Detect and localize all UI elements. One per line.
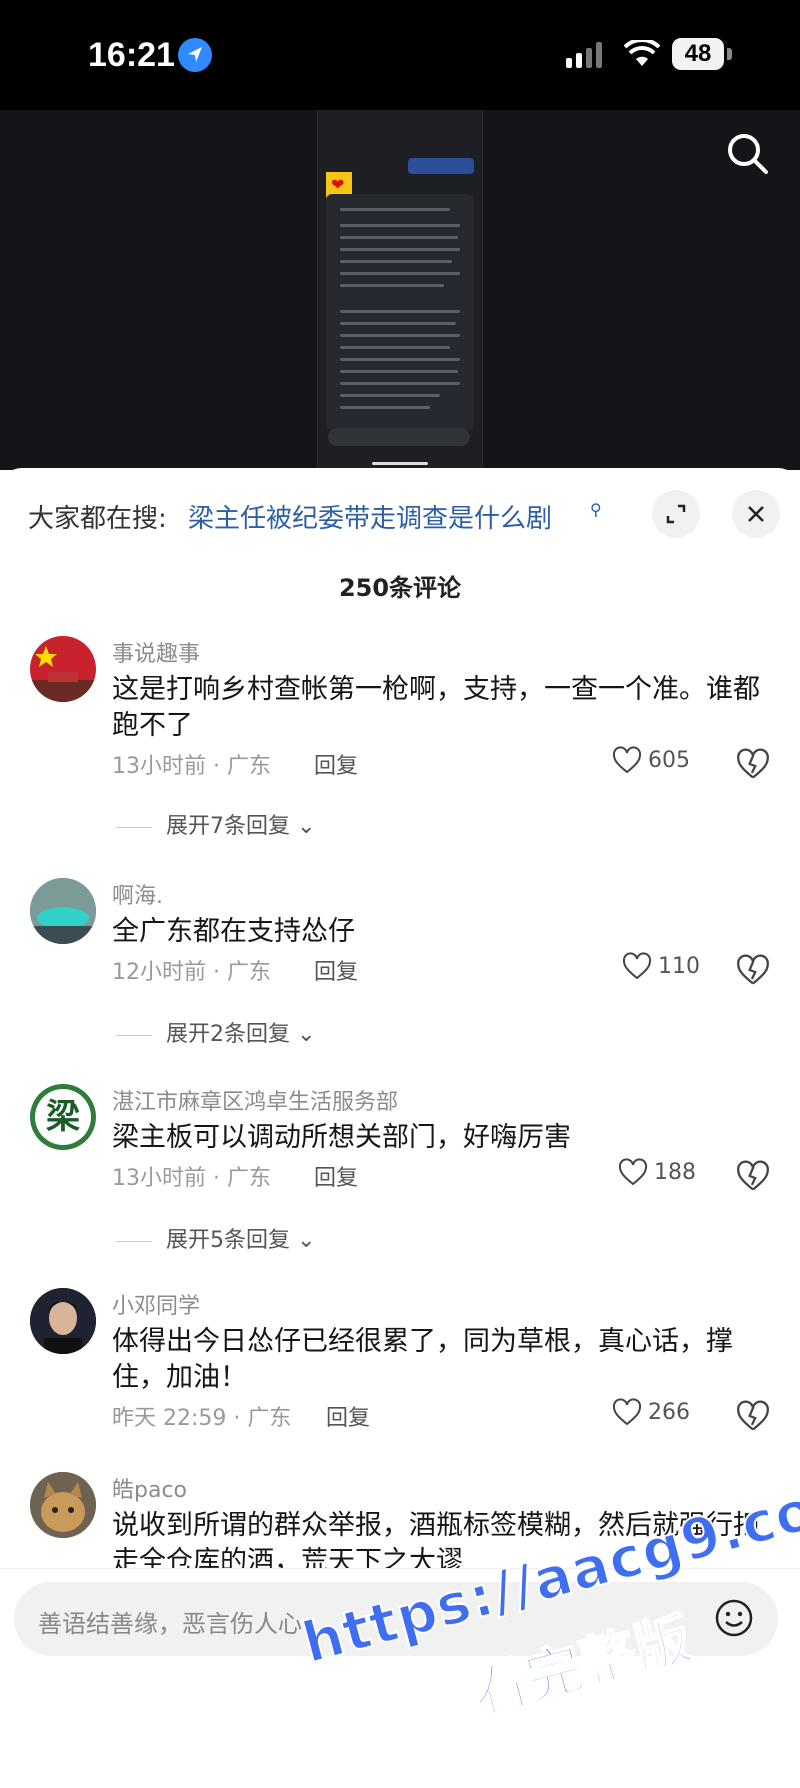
comment-time-location: 13小时前 · 广东: [112, 754, 271, 779]
broken-heart-icon[interactable]: [736, 954, 770, 988]
comment-text: 体得出今日怂仔已经很累了，同为草根，真心话，撑住，加油！: [112, 1326, 733, 1393]
avatar[interactable]: [30, 636, 96, 702]
broken-heart-icon[interactable]: [736, 1400, 770, 1434]
trending-search-link[interactable]: 梁主任被纪委带走调查是什么剧: [188, 498, 552, 535]
like-count: 605: [648, 748, 690, 773]
comment-time-location: 昨天 22:59 · 广东: [112, 1406, 292, 1431]
mini-text-card: [326, 194, 474, 430]
broken-heart-icon[interactable]: [736, 1160, 770, 1194]
mini-input-bar: [328, 428, 470, 446]
close-icon: [748, 506, 764, 522]
wifi-icon: [624, 40, 660, 66]
avatar[interactable]: [30, 1288, 96, 1354]
like-button[interactable]: 110: [622, 952, 722, 988]
search-small-icon: ⚲: [590, 500, 602, 519]
battery-tip: [727, 48, 732, 60]
video-player[interactable]: ❤: [0, 110, 800, 470]
expand-replies-button[interactable]: 展开7条回复 ⌄: [116, 808, 315, 840]
reply-button[interactable]: 回复: [314, 1160, 358, 1192]
trending-search-label: 大家都在搜:: [28, 504, 167, 534]
comment-count: 250条评论: [338, 574, 462, 602]
comment-text: 这是打响乡村查帐第一枪啊，支持，一查一个准。谁都跑不了: [112, 674, 760, 741]
video-frame-screenshot: ❤: [317, 110, 483, 470]
comment-username[interactable]: 皓paco: [112, 1472, 187, 1504]
heart-icon: [622, 952, 652, 980]
search-icon[interactable]: [722, 128, 774, 180]
comment-username[interactable]: 事说趣事: [112, 636, 200, 668]
chevron-down-icon: ⌄: [297, 1022, 316, 1047]
expand-replies-button[interactable]: 展开2条回复 ⌄: [116, 1016, 315, 1048]
comment-time-location: 13小时前 · 广东: [112, 1166, 271, 1191]
reply-button[interactable]: 回复: [314, 748, 358, 780]
mini-home-indicator: [372, 462, 428, 465]
comment-text: 梁主板可以调动所想关部门，好嗨厉害: [112, 1122, 571, 1153]
comment-item: 梁 湛江市麻章区鸿卓生活服务部 梁主板可以调动所想关部门，好嗨厉害 13小时前 …: [0, 1084, 800, 1264]
like-button[interactable]: 266: [612, 1398, 712, 1434]
mini-chat-bubble: [408, 158, 474, 174]
heart-icon: [612, 746, 642, 774]
like-count: 188: [654, 1160, 696, 1185]
expand-replies-button[interactable]: 展开5条回复 ⌄: [116, 1222, 315, 1254]
comment-username[interactable]: 湛江市麻章区鸿卓生活服务部: [112, 1084, 398, 1116]
avatar[interactable]: [30, 878, 96, 944]
like-count: 110: [658, 954, 700, 979]
comment-item: 事说趣事 这是打响乡村查帐第一枪啊，支持，一查一个准。谁都跑不了 13小时前 ·…: [0, 636, 800, 866]
comment-input-placeholder: 善语结善缘，恶言伤人心: [38, 1610, 302, 1638]
like-count: 266: [648, 1400, 690, 1425]
reply-button[interactable]: 回复: [326, 1400, 370, 1432]
cellular-signal-icon: [566, 42, 602, 68]
avatar[interactable]: [30, 1472, 96, 1538]
like-button[interactable]: 605: [612, 746, 712, 782]
heart-icon: [618, 1158, 648, 1186]
chevron-down-icon: ⌄: [297, 814, 316, 839]
location-arrow-icon: [178, 38, 212, 72]
expand-icon: [666, 504, 686, 524]
status-bar: 16:21 48: [0, 0, 800, 110]
status-time: 16:21: [88, 36, 175, 74]
comment-username[interactable]: 小邓同学: [112, 1288, 200, 1320]
comment-text: 全广东都在支持怂仔: [112, 916, 355, 947]
expand-button[interactable]: [652, 490, 700, 538]
like-button[interactable]: 188: [618, 1158, 718, 1194]
comment-username[interactable]: 啊海.: [112, 878, 163, 910]
broken-heart-icon[interactable]: [736, 748, 770, 782]
avatar[interactable]: 梁: [30, 1084, 96, 1150]
chevron-down-icon: ⌄: [297, 1228, 316, 1253]
comment-item: 啊海. 全广东都在支持怂仔 12小时前 · 广东 回复 110 展开2条回复 ⌄: [0, 878, 800, 1058]
close-button[interactable]: [732, 490, 780, 538]
battery-indicator: 48: [672, 38, 724, 70]
reply-button[interactable]: 回复: [314, 954, 358, 986]
comment-time-location: 12小时前 · 广东: [112, 960, 271, 985]
comment-item: 小邓同学 体得出今日怂仔已经很累了，同为草根，真心话，撑住，加油！ 昨天 22:…: [0, 1288, 800, 1458]
heart-icon: [612, 1398, 642, 1426]
